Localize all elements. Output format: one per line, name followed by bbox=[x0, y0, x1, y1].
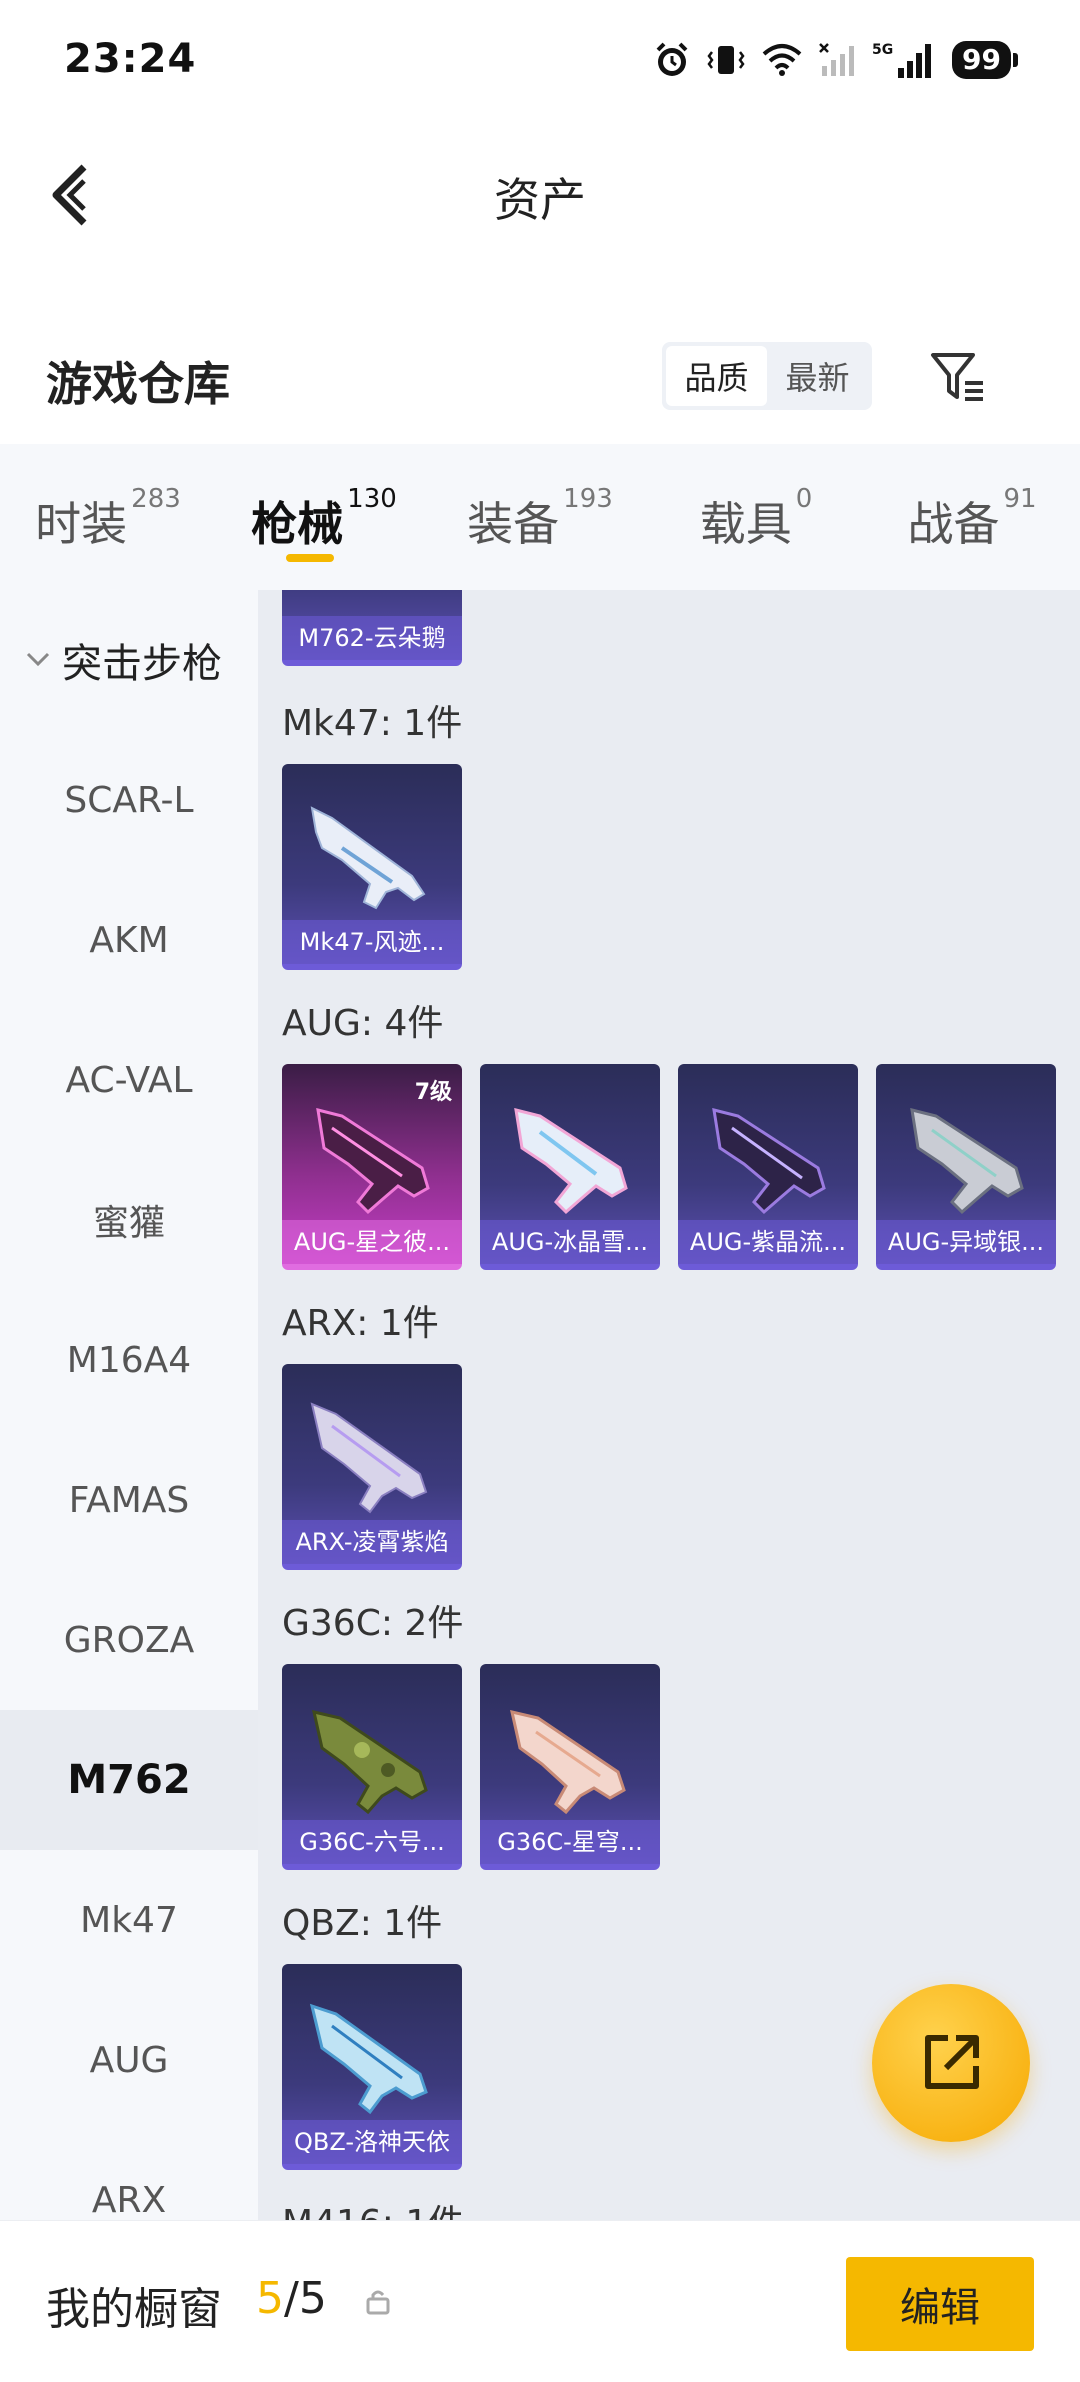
battery-icon: 99 bbox=[952, 41, 1018, 79]
group-title: Mk47: 1件 bbox=[282, 703, 463, 744]
weapon-card-name: Mk47-风迹... bbox=[282, 920, 462, 964]
tab-count: 0 bbox=[795, 484, 813, 514]
weapon-card[interactable]: QBZ-洛神天依 bbox=[282, 1964, 462, 2170]
weapon-card-name: G36C-星穹... bbox=[480, 1820, 660, 1864]
weapon-card[interactable]: Mk47-风迹... bbox=[282, 764, 462, 970]
status-bar: 23:24 5G 99 bbox=[0, 0, 1080, 120]
sidebar-group-assault-rifles[interactable]: 突击步枪 bbox=[0, 590, 258, 730]
sort-option-quality[interactable]: 品质 bbox=[666, 346, 767, 406]
tab-count: 130 bbox=[347, 484, 397, 514]
section-title: 游戏仓库 bbox=[46, 357, 230, 411]
vibrate-icon bbox=[706, 40, 746, 80]
weapon-card[interactable]: ARX-凌霄紫焰 bbox=[282, 1364, 462, 1570]
group-title: AUG: 4件 bbox=[282, 1003, 444, 1044]
rifle-icon bbox=[316, 1107, 430, 1215]
weapon-card[interactable]: M762-云朵鹅 bbox=[282, 590, 462, 666]
sidebar-item-mk47[interactable]: Mk47 bbox=[0, 1850, 258, 1990]
sort-option-newest[interactable]: 最新 bbox=[767, 346, 868, 406]
alarm-icon bbox=[652, 40, 692, 80]
weapon-card-name: ARX-凌霄紫焰 bbox=[282, 1520, 462, 1564]
category-tabs: 时装 283 枪械 130 装备 193 载具 0 战备 91 bbox=[0, 444, 1080, 590]
weapon-card-name: G36C-六号... bbox=[282, 1820, 462, 1864]
weapon-card[interactable]: 7级 AUG-星之彼... bbox=[282, 1064, 462, 1270]
app-header: 资产 bbox=[0, 120, 1080, 260]
svg-text:5G: 5G bbox=[872, 42, 893, 58]
rifle-icon bbox=[514, 1107, 628, 1215]
status-time: 23:24 bbox=[64, 36, 197, 82]
showcase-count-total: /5 bbox=[284, 2273, 327, 2324]
share-button[interactable] bbox=[872, 1984, 1030, 2142]
sort-toggle: 品质 最新 bbox=[662, 342, 872, 410]
sidebar-item-aug[interactable]: AUG bbox=[0, 1990, 258, 2130]
tab-label: 枪械 bbox=[251, 497, 344, 551]
tab-count: 193 bbox=[563, 484, 613, 514]
sidebar-item-groza[interactable]: GROZA bbox=[0, 1570, 258, 1710]
sidebar-item-m762[interactable]: M762 bbox=[0, 1710, 258, 1850]
weapon-card[interactable]: AUG-冰晶雪... bbox=[480, 1064, 660, 1270]
weapon-card-name: AUG-异域银... bbox=[876, 1220, 1056, 1264]
tab-fashion[interactable]: 时装 283 bbox=[0, 444, 216, 590]
group-title: M416: 1件 bbox=[282, 2194, 464, 2220]
group-title: QBZ: 1件 bbox=[282, 1903, 443, 1944]
page-title: 资产 bbox=[494, 173, 586, 227]
status-icons: 5G 99 bbox=[652, 40, 1018, 80]
rifle-icon bbox=[910, 1107, 1024, 1215]
bottom-bar: 我的橱窗 5/5 编辑 bbox=[0, 2220, 1080, 2382]
sidebar-item-arx[interactable]: ARX bbox=[0, 2130, 258, 2221]
rifle-icon bbox=[712, 1107, 826, 1215]
tab-label: 装备 bbox=[467, 497, 560, 551]
wifi-icon bbox=[760, 42, 804, 78]
tab-gear[interactable]: 装备 193 bbox=[432, 444, 648, 590]
filter-button[interactable] bbox=[924, 342, 994, 412]
weapon-grid: M762-云朵鹅 Mk47: 1件 Mk47-风迹... AUG: 4件 7级 … bbox=[258, 590, 1080, 2220]
sidebar-item-honey-badger[interactable]: 蜜獾 bbox=[0, 1150, 258, 1290]
tab-supplies[interactable]: 战备 91 bbox=[864, 444, 1080, 590]
tab-vehicles[interactable]: 载具 0 bbox=[648, 444, 864, 590]
weapon-card-name: AUG-星之彼... bbox=[282, 1220, 462, 1264]
edit-button[interactable]: 编辑 bbox=[846, 2257, 1034, 2351]
weapon-card[interactable]: AUG-异域银... bbox=[876, 1064, 1056, 1270]
rifle-icon bbox=[312, 1710, 428, 1815]
sidebar-item-ac-val[interactable]: AC-VAL bbox=[0, 1010, 258, 1150]
rifle-icon bbox=[310, 806, 426, 910]
tab-guns[interactable]: 枪械 130 bbox=[216, 444, 432, 590]
showcase-count-current: 5 bbox=[256, 2273, 284, 2324]
weapon-card-name: M762-云朵鹅 bbox=[282, 616, 462, 660]
tab-label: 载具 bbox=[699, 497, 792, 551]
weapon-card-name: AUG-冰晶雪... bbox=[480, 1220, 660, 1264]
lock-icon bbox=[364, 2287, 392, 2319]
sidebar-item-m16a4[interactable]: M16A4 bbox=[0, 1290, 258, 1430]
share-icon bbox=[925, 2035, 979, 2089]
weapon-sidebar: 突击步枪 SCAR-L AKM AC-VAL 蜜獾 M16A4 FAMAS GR… bbox=[0, 590, 258, 2220]
rifle-icon bbox=[310, 1402, 428, 1514]
tab-count: 283 bbox=[131, 484, 181, 514]
weapon-card-name: AUG-紫晶流... bbox=[678, 1220, 858, 1264]
sidebar-item-scar-l[interactable]: SCAR-L bbox=[0, 730, 258, 870]
sidebar-item-famas[interactable]: FAMAS bbox=[0, 1430, 258, 1570]
tab-count: 91 bbox=[1003, 484, 1037, 514]
signal-off-icon bbox=[818, 42, 858, 78]
weapon-card[interactable]: AUG-紫晶流... bbox=[678, 1064, 858, 1270]
battery-level: 99 bbox=[952, 41, 1011, 79]
sidebar-item-akm[interactable]: AKM bbox=[0, 870, 258, 1010]
group-title: ARX: 1件 bbox=[282, 1303, 439, 1344]
showcase-label: 我的橱窗 bbox=[46, 2284, 222, 2335]
group-title: G36C: 2件 bbox=[282, 1603, 464, 1644]
showcase-count: 5/5 bbox=[256, 2273, 327, 2324]
body-area: 突击步枪 SCAR-L AKM AC-VAL 蜜獾 M16A4 FAMAS GR… bbox=[0, 590, 1080, 2220]
tab-label: 时装 bbox=[35, 497, 128, 551]
sidebar-group-label: 突击步枪 bbox=[62, 641, 222, 687]
weapon-card-name: QBZ-洛神天依 bbox=[282, 2120, 462, 2164]
weapon-card[interactable]: G36C-星穹... bbox=[480, 1664, 660, 1870]
tab-label: 战备 bbox=[907, 497, 1000, 551]
section-header: 游戏仓库 品质 最新 bbox=[0, 318, 1080, 438]
rifle-icon bbox=[510, 1710, 626, 1815]
filter-icon bbox=[931, 353, 983, 401]
weapon-card[interactable]: G36C-六号... bbox=[282, 1664, 462, 1870]
signal-icon: 5G bbox=[872, 40, 938, 80]
rifle-icon bbox=[309, 2003, 428, 2115]
active-tab-indicator bbox=[286, 554, 334, 562]
chevron-down-icon bbox=[20, 650, 56, 670]
